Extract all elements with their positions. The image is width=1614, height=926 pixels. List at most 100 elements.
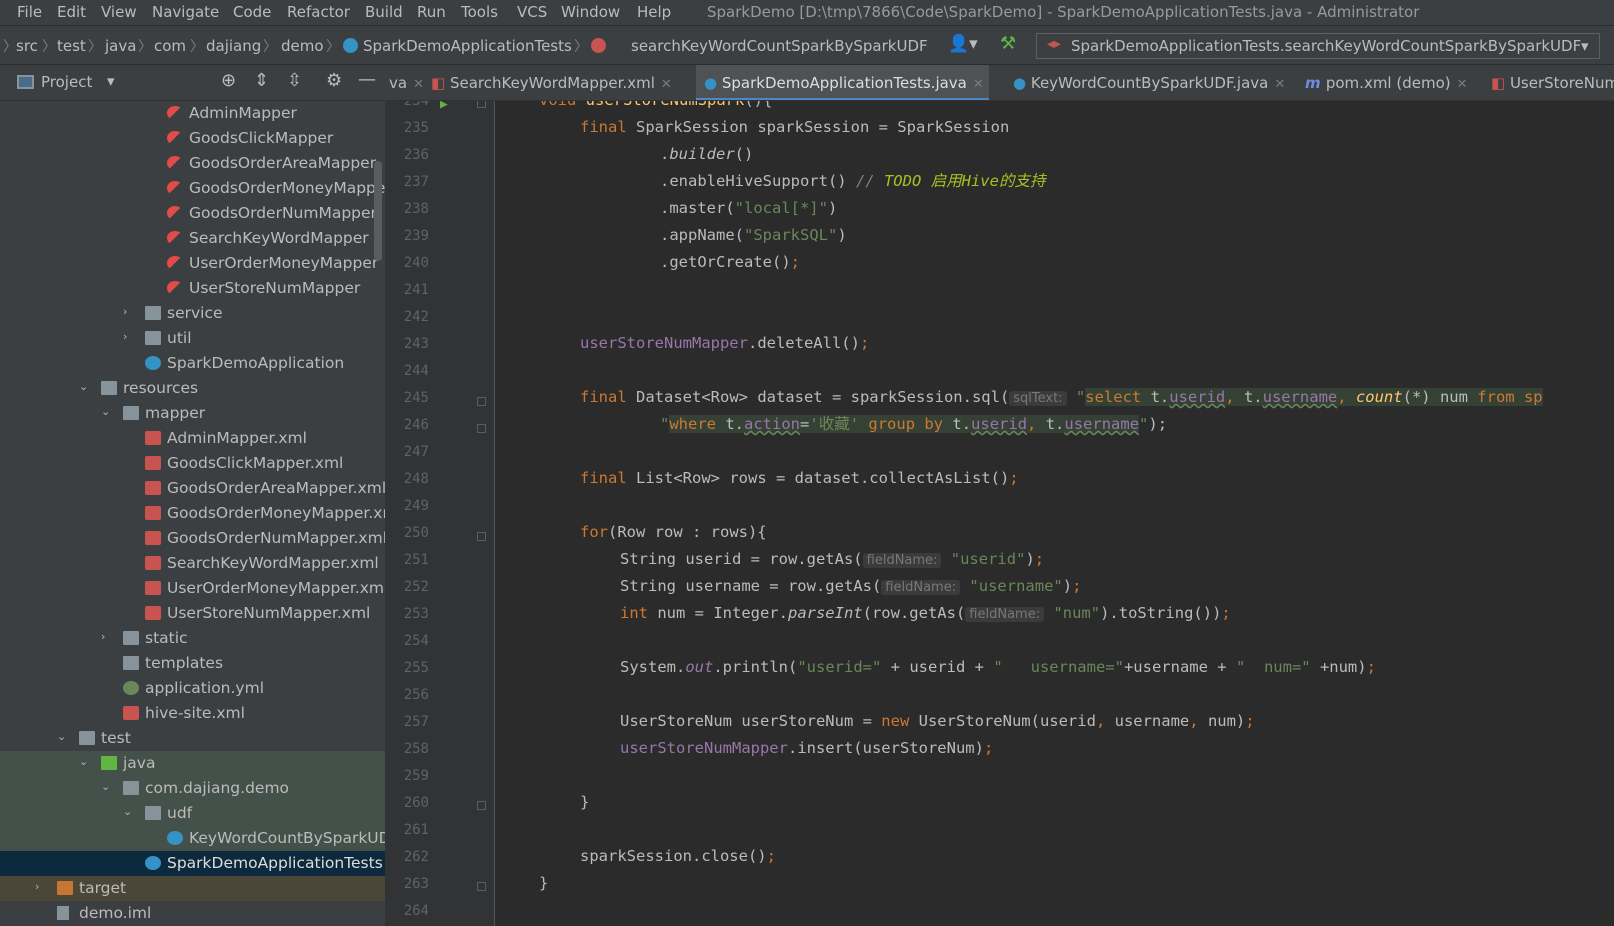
fold-marker-icon[interactable]: [477, 532, 486, 541]
tree-item[interactable]: GoodsOrderNumMapper: [0, 201, 385, 226]
tree-item[interactable]: SparkDemoApplication: [0, 351, 385, 376]
line-number: 264: [403, 903, 429, 919]
tree-folder[interactable]: ⌄ mapper: [0, 401, 385, 426]
tree-folder[interactable]: › static: [0, 626, 385, 651]
tree-folder[interactable]: › util: [0, 326, 385, 351]
menu-file[interactable]: File: [17, 3, 42, 21]
run-test-icon[interactable]: ▶: [440, 101, 448, 112]
tree-item[interactable]: SparkDemoApplicationTests: [0, 851, 385, 876]
gear-icon[interactable]: ⚙: [326, 70, 342, 91]
breadcrumb-test[interactable]: test: [57, 37, 86, 55]
tree-item[interactable]: UserOrderMoneyMapper.xml: [0, 576, 385, 601]
tree-item[interactable]: GoodsClickMapper.xml: [0, 451, 385, 476]
fold-marker-icon[interactable]: [477, 101, 486, 108]
tab-partial[interactable]: va ✕: [389, 65, 424, 100]
tree-item-label: GoodsOrderMoneyMapper.xml: [167, 504, 385, 522]
chevron-down-icon[interactable]: ⌄: [101, 780, 111, 793]
tree-item[interactable]: UserStoreNumMapper.xml: [0, 601, 385, 626]
fold-marker-icon[interactable]: [477, 424, 486, 433]
tree-folder[interactable]: ⌄ test: [0, 726, 385, 751]
chevron-down-icon[interactable]: ⌄: [79, 755, 89, 768]
tree-item[interactable]: SearchKeyWordMapper: [0, 226, 385, 251]
close-icon[interactable]: ✕: [1457, 77, 1468, 92]
menu-window[interactable]: Window: [561, 3, 620, 21]
tree-item[interactable]: GoodsOrderMoneyMapper: [0, 176, 385, 201]
run-config-icon: ◂▸: [1047, 36, 1062, 52]
tab-keywordcountbysparkudf-java[interactable]: ● KeyWordCountBySparkUDF.java ✕: [1013, 65, 1285, 100]
user-icon[interactable]: 👤▾: [948, 34, 978, 54]
close-icon[interactable]: ✕: [1274, 77, 1285, 92]
tree-folder[interactable]: ⌄ udf: [0, 801, 385, 826]
tree-folder[interactable]: › service: [0, 301, 385, 326]
menu-navigate[interactable]: Navigate: [152, 3, 219, 21]
tree-scrollbar[interactable]: [374, 161, 382, 261]
breadcrumb-dajiang[interactable]: dajiang: [206, 37, 261, 55]
minimize-icon[interactable]: —: [358, 69, 376, 90]
close-icon[interactable]: ✕: [413, 77, 424, 92]
chevron-right-icon[interactable]: ›: [123, 305, 133, 318]
tree-item[interactable]: GoodsOrderNumMapper.xml: [0, 526, 385, 551]
run-configuration-selector[interactable]: ◂▸ SparkDemoApplicationTests.searchKeyWo…: [1036, 33, 1600, 59]
menu-help[interactable]: Help: [637, 3, 671, 21]
fold-marker-icon[interactable]: [477, 397, 486, 406]
breadcrumb-demo[interactable]: demo: [281, 37, 324, 55]
menu-vcs[interactable]: VCS: [517, 3, 547, 21]
chevron-down-icon[interactable]: ⌄: [123, 805, 133, 818]
code-editor[interactable]: void userStoreNumSpark(){ final SparkSes…: [495, 101, 1614, 926]
chevron-right-icon[interactable]: ›: [101, 630, 111, 643]
tree-item-label: demo.iml: [79, 904, 152, 922]
tree-item[interactable]: AdminMapper: [0, 101, 385, 126]
collapse-all-icon[interactable]: ⇳: [287, 70, 302, 91]
expand-all-icon[interactable]: ⇕: [254, 70, 269, 91]
chevron-down-icon[interactable]: ⌄: [79, 380, 89, 393]
tree-folder[interactable]: › target: [0, 876, 385, 901]
tree-item[interactable]: KeyWordCountBySparkUDF: [0, 826, 385, 851]
chevron-down-icon[interactable]: ▾: [107, 72, 115, 90]
project-panel-title[interactable]: Project: [41, 73, 92, 91]
chevron-right-icon[interactable]: ›: [35, 880, 45, 893]
menu-tools[interactable]: Tools: [461, 3, 498, 21]
menu-edit[interactable]: Edit: [57, 3, 86, 21]
project-tree: AdminMapper GoodsClickMapper GoodsOrderA…: [0, 101, 385, 926]
tab-pom-xml[interactable]: m pom.xml (demo) ✕: [1305, 65, 1468, 100]
tree-item[interactable]: application.yml: [0, 676, 385, 701]
close-icon[interactable]: ✕: [973, 77, 984, 92]
menu-code[interactable]: Code: [233, 3, 271, 21]
tree-folder[interactable]: ⌄ java: [0, 751, 385, 776]
breadcrumb-src[interactable]: src: [16, 37, 38, 55]
chevron-down-icon[interactable]: ⌄: [57, 730, 67, 743]
breadcrumb-java[interactable]: java: [105, 37, 136, 55]
tree-item[interactable]: UserOrderMoneyMapper: [0, 251, 385, 276]
code-line-255: System.out.println("userid=" + userid + …: [620, 658, 1376, 676]
tree-item[interactable]: hive-site.xml: [0, 701, 385, 726]
tree-folder[interactable]: templates: [0, 651, 385, 676]
menu-refactor[interactable]: Refactor: [287, 3, 350, 21]
chevron-down-icon[interactable]: ⌄: [101, 405, 111, 418]
fold-marker-icon[interactable]: [477, 801, 486, 810]
menu-build[interactable]: Build: [365, 3, 403, 21]
tree-item[interactable]: GoodsClickMapper: [0, 126, 385, 151]
tree-item[interactable]: UserStoreNumMapper: [0, 276, 385, 301]
menu-view[interactable]: View: [101, 3, 137, 21]
tree-item[interactable]: demo.iml: [0, 901, 385, 926]
breadcrumb-method[interactable]: searchKeyWordCountSparkBySparkUDF: [631, 37, 928, 55]
tab-userstorenum[interactable]: ◧ UserStoreNum: [1491, 65, 1614, 100]
close-icon[interactable]: ✕: [661, 77, 672, 92]
fold-marker-icon[interactable]: [477, 882, 486, 891]
tree-item[interactable]: GoodsOrderMoneyMapper.xml: [0, 501, 385, 526]
tree-folder[interactable]: ⌄ resources: [0, 376, 385, 401]
tab-sparkdemoapplicationtests-java[interactable]: ● SparkDemoApplicationTests.java ✕: [696, 65, 989, 100]
tree-item[interactable]: SearchKeyWordMapper.xml: [0, 551, 385, 576]
menu-run[interactable]: Run: [417, 3, 446, 21]
chevron-right-icon[interactable]: ›: [123, 330, 133, 343]
breadcrumb-class[interactable]: SparkDemoApplicationTests: [363, 37, 572, 55]
tab-searchkeywordmapper-xml[interactable]: ◧ SearchKeyWordMapper.xml ✕: [431, 65, 672, 100]
tree-item[interactable]: GoodsOrderAreaMapper: [0, 151, 385, 176]
build-hammer-icon[interactable]: ⚒: [1000, 33, 1016, 54]
tree-item[interactable]: GoodsOrderAreaMapper.xml: [0, 476, 385, 501]
breadcrumb-com[interactable]: com: [154, 37, 186, 55]
tree-item[interactable]: AdminMapper.xml: [0, 426, 385, 451]
code-line-239: .appName("SparkSQL"): [660, 226, 847, 244]
tree-folder[interactable]: ⌄ com.dajiang.demo: [0, 776, 385, 801]
locate-target-icon[interactable]: ⊕: [221, 70, 236, 91]
